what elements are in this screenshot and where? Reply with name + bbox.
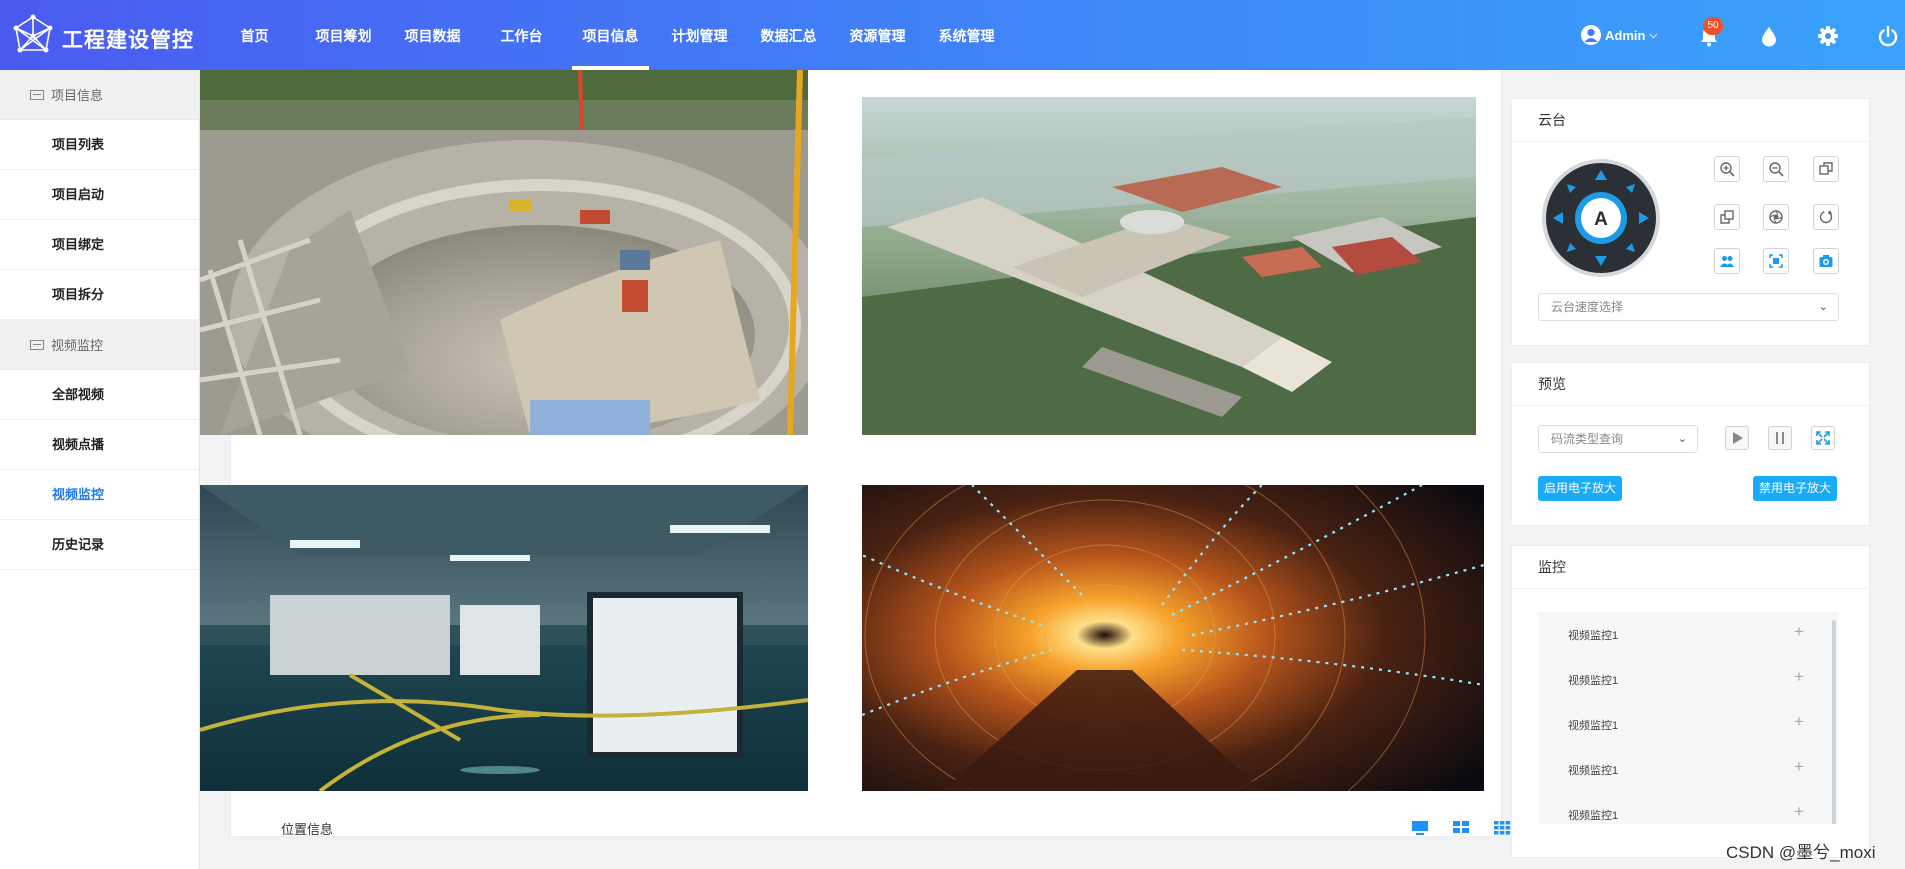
gear-icon[interactable] — [1817, 25, 1839, 47]
single-screen-icon[interactable] — [1399, 817, 1440, 839]
plus-icon[interactable]: + — [1794, 622, 1804, 642]
drop-icon[interactable] — [1758, 25, 1780, 47]
sidebar-item-all-videos[interactable]: 全部视频 — [0, 370, 199, 420]
chevron-down-icon: ⌄ — [1677, 433, 1687, 445]
play-icon[interactable] — [1725, 426, 1749, 450]
list-item[interactable]: 视频监控1 + — [1538, 612, 1838, 657]
list-item[interactable]: 视频监控1 + — [1538, 702, 1838, 747]
chevron-down-icon: ⌄ — [1818, 301, 1828, 313]
list-item[interactable]: 视频监控1 + — [1538, 792, 1838, 824]
expand-icon[interactable] — [1811, 426, 1835, 450]
nav-project-info[interactable]: 项目信息 — [566, 0, 655, 70]
preview-title: 预览 — [1512, 363, 1869, 406]
user-name: Admin — [1605, 27, 1646, 43]
main-area: 位置信息 — [200, 70, 1715, 869]
menu-group-icon — [30, 89, 44, 100]
nav-plan-management[interactable]: 计划管理 — [655, 0, 744, 70]
logo-icon — [13, 14, 53, 53]
monitor-item-label: 视频监控1 — [1568, 630, 1619, 642]
disable-zoom-button[interactable]: 禁用电子放大 — [1753, 476, 1838, 501]
stream-type-placeholder: 码流类型查询 — [1551, 432, 1624, 446]
camera-icon[interactable] — [1813, 248, 1839, 274]
monitor-item-label: 视频监控1 — [1568, 810, 1619, 822]
rotate-icon[interactable] — [1813, 204, 1839, 230]
nav-workbench[interactable]: 工作台 — [477, 0, 566, 70]
sidebar-item-video-on-demand[interactable]: 视频点播 — [0, 420, 199, 470]
watermark: CSDN @墨兮_moxi — [1726, 843, 1876, 862]
main-nav: 首页 项目筹划 项目数据 工作台 项目信息 计划管理 数据汇总 资源管理 系统管… — [210, 0, 1011, 70]
location-info-label: 位置信息 — [281, 822, 334, 837]
notification-badge: 50 — [1703, 17, 1723, 35]
user-icon — [1581, 25, 1601, 45]
nav-data-summary[interactable]: 数据汇总 — [744, 0, 833, 70]
list-item[interactable]: 视频监控1 + — [1538, 657, 1838, 702]
ptz-center-label: A — [1594, 209, 1608, 230]
video-feed-light-tunnel[interactable] — [862, 485, 1484, 791]
monitor-title: 监控 — [1512, 546, 1869, 589]
sidebar-item-project-split[interactable]: 项目拆分 — [0, 270, 199, 320]
enable-zoom-button[interactable]: 启用电子放大 — [1538, 476, 1623, 501]
plus-icon[interactable]: + — [1794, 757, 1804, 777]
sidebar-item-project-bind[interactable]: 项目绑定 — [0, 220, 199, 270]
ptz-title: 云台 — [1512, 99, 1869, 142]
app-title: 工程建设管控 — [62, 29, 194, 52]
plus-icon[interactable]: + — [1794, 802, 1804, 822]
ptz-direction-wheel[interactable]: A — [1541, 158, 1661, 278]
scan-icon[interactable] — [1763, 248, 1789, 274]
scrollbar[interactable] — [1832, 620, 1836, 824]
stream-type-select[interactable]: 码流类型查询 ⌄ — [1538, 425, 1698, 453]
aperture-icon[interactable] — [1763, 204, 1789, 230]
focus-far-icon[interactable] — [1714, 204, 1740, 230]
ptz-speed-select[interactable]: 云台速度选择 ⌄ — [1538, 293, 1839, 321]
top-bar: 工程建设管控 首页 项目筹划 项目数据 工作台 项目信息 计划管理 数据汇总 资… — [0, 0, 1905, 70]
sidebar-item-video-monitoring[interactable]: 视频监控 — [0, 470, 199, 520]
nav-project-planning[interactable]: 项目筹划 — [299, 0, 388, 70]
plus-icon[interactable]: + — [1794, 667, 1804, 687]
sidebar-group-project-info[interactable]: 项目信息 — [0, 70, 199, 120]
zoom-in-icon[interactable] — [1714, 156, 1740, 182]
nav-home[interactable]: 首页 — [210, 0, 299, 70]
sidebar: 项目信息 项目列表 项目启动 项目绑定 项目拆分 视频监控 全部视频 视频点播 … — [0, 70, 200, 869]
focus-near-icon[interactable] — [1813, 156, 1839, 182]
video-feed-parking-garage[interactable] — [200, 485, 808, 791]
video-feed-campus-aerial[interactable] — [862, 97, 1476, 435]
sidebar-group-video-monitoring[interactable]: 视频监控 — [0, 320, 199, 370]
users-icon[interactable] — [1714, 248, 1740, 274]
nav-project-data[interactable]: 项目数据 — [388, 0, 477, 70]
sidebar-group-label: 视频监控 — [51, 338, 104, 353]
sidebar-item-history[interactable]: 历史记录 — [0, 520, 199, 570]
preview-panel: 预览 码流类型查询 ⌄ 启用电子放大 禁用电子放大 — [1511, 362, 1870, 526]
nav-system-management[interactable]: 系统管理 — [922, 0, 1011, 70]
monitor-panel: 监控 视频监控1 + 视频监控1 + 视频监控1 + 视频监控1 + 视频监控1… — [1511, 545, 1870, 858]
nav-resource-management[interactable]: 资源管理 — [833, 0, 922, 70]
plus-icon[interactable]: + — [1794, 712, 1804, 732]
chevron-down-icon: ⌵ — [1649, 29, 1658, 41]
monitor-item-label: 视频监控1 — [1568, 765, 1619, 777]
sidebar-item-project-list[interactable]: 项目列表 — [0, 120, 199, 170]
ptz-panel: 云台 A 云台速度选择 ⌄ — [1511, 98, 1870, 346]
monitor-list: 视频监控1 + 视频监控1 + 视频监控1 + 视频监控1 + 视频监控1 + — [1538, 612, 1838, 824]
monitor-item-label: 视频监控1 — [1568, 675, 1619, 687]
four-screen-icon[interactable] — [1440, 817, 1481, 839]
menu-group-icon — [30, 339, 44, 350]
user-menu[interactable]: Admin ⌵ — [1580, 24, 1657, 46]
ptz-speed-placeholder: 云台速度选择 — [1551, 300, 1624, 314]
sidebar-item-project-start[interactable]: 项目启动 — [0, 170, 199, 220]
sidebar-group-label: 项目信息 — [51, 88, 104, 103]
zoom-out-icon[interactable] — [1763, 156, 1789, 182]
pause-icon[interactable] — [1768, 426, 1792, 450]
power-icon[interactable] — [1877, 25, 1899, 47]
monitor-item-label: 视频监控1 — [1568, 720, 1619, 732]
video-feed-construction-site[interactable] — [200, 70, 808, 435]
list-item[interactable]: 视频监控1 + — [1538, 747, 1838, 792]
